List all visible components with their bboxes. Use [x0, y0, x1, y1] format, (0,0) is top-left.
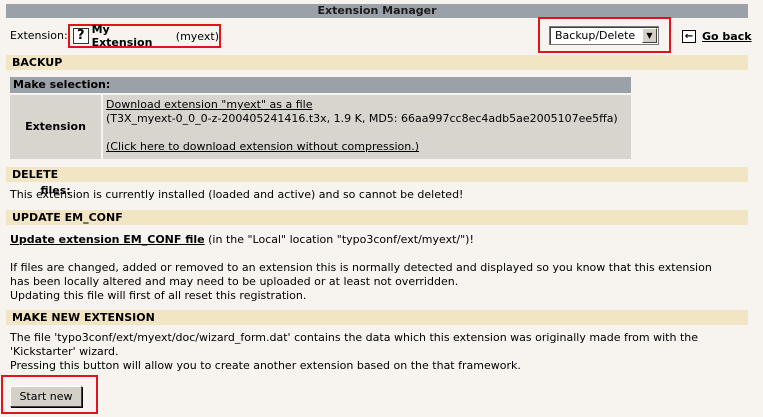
backup-section-header: BACKUP	[6, 55, 748, 70]
back-arrow-icon[interactable]: ←	[682, 30, 696, 43]
delete-section-header: DELETE	[6, 167, 748, 182]
start-new-button[interactable]: Start new	[10, 386, 82, 407]
go-back-link[interactable]: Go back	[702, 30, 752, 44]
window-title: Extension Manager	[6, 4, 748, 18]
function-menu-value: Backup/Delete	[555, 29, 636, 42]
extension-key: (myext)	[175, 29, 219, 43]
make-selection-header: Make selection:	[10, 77, 631, 93]
question-icon[interactable]: ?	[73, 28, 89, 44]
update-section-header: UPDATE EM_CONF	[6, 210, 748, 225]
extension-title: My Extension	[91, 23, 153, 49]
backup-table: Make selection: Extension files: Downloa…	[10, 77, 631, 197]
extension-files-label: Extension files:	[10, 95, 101, 197]
delete-status-text: This extension is currently installed (l…	[10, 188, 464, 201]
make-new-line-3: Pressing this button will allow you to c…	[10, 359, 521, 372]
update-para-3: Updating this file will first of all res…	[10, 289, 307, 302]
download-extension-link[interactable]: Download extension "myext" as a file	[106, 98, 631, 112]
extension-files-cell: Download extension "myext" as a file (T3…	[103, 95, 631, 159]
chevron-down-icon[interactable]: ▼	[642, 28, 657, 43]
download-uncompressed-link[interactable]: (Click here to download extension withou…	[106, 140, 631, 154]
function-menu-select[interactable]: Backup/Delete ▼	[549, 26, 659, 45]
make-new-line-1: The file 'typo3conf/ext/myext/doc/wizard…	[10, 331, 699, 344]
extension-label: Extension:	[10, 29, 68, 42]
extension-info-box: ? My Extension (myext)	[68, 23, 221, 49]
file-info-text: (T3X_myext-0_0_0-z-200405241416.t3x, 1.9…	[106, 112, 618, 125]
update-emconf-line: Update extension EM_CONF file (in the "L…	[10, 233, 474, 247]
make-new-line-2: 'Kickstarter' wizard.	[10, 345, 119, 358]
make-new-section-header: MAKE NEW EXTENSION	[6, 310, 748, 325]
update-emconf-link[interactable]: Update extension EM_CONF file	[10, 233, 205, 246]
update-para-1: If files are changed, added or removed t…	[10, 261, 712, 274]
update-emconf-suffix: (in the "Local" location "typo3conf/ext/…	[204, 233, 474, 246]
update-para-2: has been locally altered and may need to…	[10, 275, 459, 288]
